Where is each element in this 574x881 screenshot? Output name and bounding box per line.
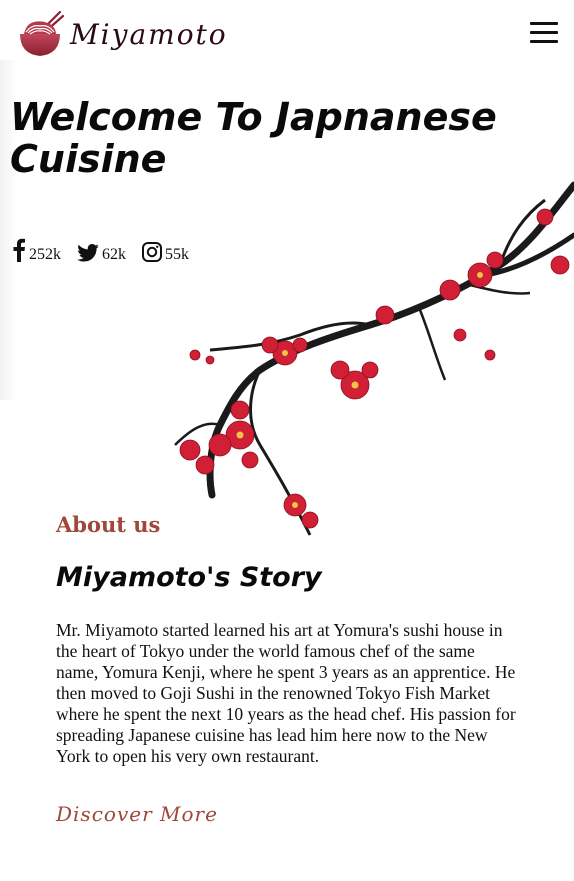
plum-blossom-branch-image <box>174 181 574 536</box>
hero-title: Welcome To Japnanese Cuisine <box>10 95 497 181</box>
about-eyebrow: About us <box>56 512 161 537</box>
story-title: Miyamoto's Story <box>56 562 322 593</box>
brand-logo[interactable]: Miyamoto <box>16 10 228 58</box>
hamburger-menu-icon[interactable] <box>530 22 558 44</box>
facebook-link[interactable]: 252k <box>12 238 61 263</box>
facebook-icon <box>13 238 25 262</box>
twitter-count: 62k <box>102 246 126 263</box>
story-body: Mr. Miyamoto started learned his art at … <box>56 620 516 766</box>
ramen-bowl-icon <box>20 10 64 56</box>
twitter-link[interactable]: 62k <box>77 244 126 263</box>
facebook-count: 252k <box>29 246 61 263</box>
twitter-icon <box>77 244 99 262</box>
discover-more-link[interactable]: Discover More <box>56 802 218 826</box>
site-header: Miyamoto <box>0 0 574 70</box>
brand-name: Miyamoto <box>70 17 228 51</box>
